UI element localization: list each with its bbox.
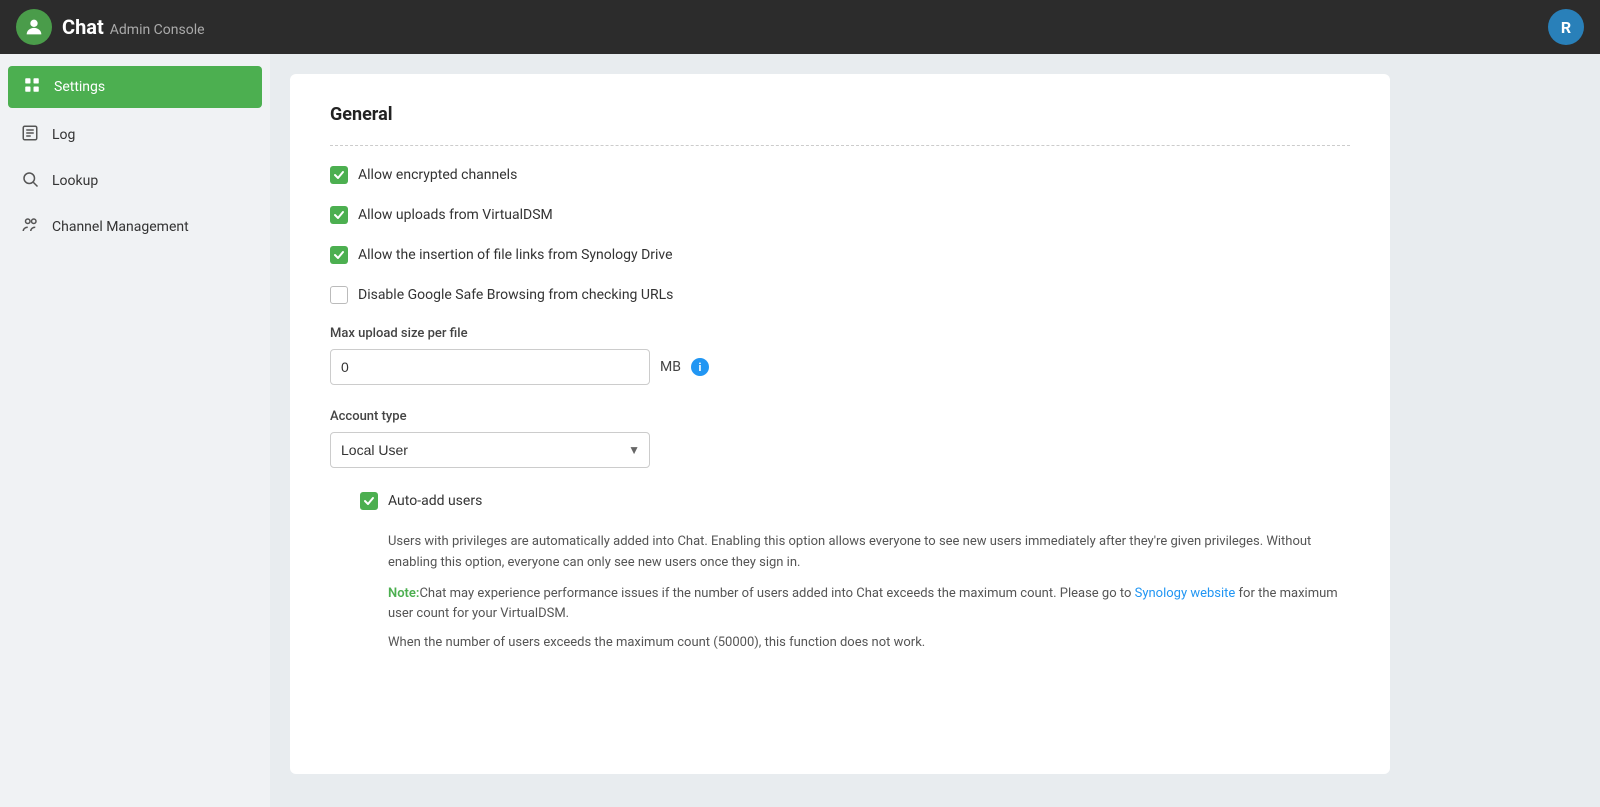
sidebar-item-lookup-label: Lookup (52, 173, 98, 189)
note-text-1: Chat may experience performance issues i… (419, 586, 1134, 601)
sidebar-item-log[interactable]: Log (0, 112, 270, 158)
note-label: Note: (388, 586, 419, 601)
checkbox-disable-google-safe-label: Disable Google Safe Browsing from checki… (358, 287, 673, 303)
auto-add-description-block: Users with privileges are automatically … (388, 532, 1350, 654)
main-layout: Settings Log Lookup (0, 54, 1600, 807)
account-type-group: Account type Local User Domain User LDAP… (330, 409, 1350, 468)
checkbox-disable-google-safe-row: Disable Google Safe Browsing from checki… (330, 286, 1350, 304)
section-title: General (330, 104, 1350, 125)
checkbox-auto-add-row: Auto-add users (360, 492, 1350, 510)
channel-management-icon (20, 216, 40, 238)
auto-add-description: Users with privileges are automatically … (388, 532, 1350, 574)
sidebar-item-channel-management-label: Channel Management (52, 219, 189, 235)
checkbox-disable-google-safe[interactable] (330, 286, 348, 304)
header-left: ChatAdmin Console (16, 9, 205, 45)
checkbox-allow-encrypted[interactable] (330, 166, 348, 184)
max-upload-row: MB i (330, 349, 1350, 385)
sidebar-item-settings-label: Settings (54, 79, 105, 95)
auto-add-section: Auto-add users Users with privileges are… (360, 492, 1350, 654)
section-divider (330, 145, 1350, 146)
sidebar-item-lookup[interactable]: Lookup (0, 158, 270, 204)
log-icon (20, 124, 40, 146)
checkbox-allow-uploads[interactable] (330, 206, 348, 224)
max-upload-info-icon[interactable]: i (691, 358, 709, 376)
user-avatar-button[interactable]: R (1548, 9, 1584, 45)
content-panel: General Allow encrypted channels A (290, 74, 1390, 774)
account-type-select-wrapper: Local User Domain User LDAP User ▼ (330, 432, 650, 468)
sidebar-item-channel-management[interactable]: Channel Management (0, 204, 270, 250)
max-upload-unit: MB (660, 359, 681, 375)
app-title: ChatAdmin Console (62, 15, 205, 39)
checkbox-allow-file-links-label: Allow the insertion of file links from S… (358, 247, 673, 263)
synology-website-link[interactable]: Synology website (1135, 586, 1236, 601)
main-content: General Allow encrypted channels A (270, 54, 1600, 807)
app-header: ChatAdmin Console R (0, 0, 1600, 54)
checkbox-allow-file-links[interactable] (330, 246, 348, 264)
lookup-icon (20, 170, 40, 192)
sidebar-item-settings[interactable]: Settings (8, 66, 262, 108)
note-text-3: When the number of users exceeds the max… (388, 633, 1350, 654)
max-upload-label: Max upload size per file (330, 326, 1350, 341)
checkbox-allow-encrypted-label: Allow encrypted channels (358, 167, 517, 183)
sidebar: Settings Log Lookup (0, 54, 270, 807)
checkbox-allow-encrypted-row: Allow encrypted channels (330, 166, 1350, 184)
max-upload-group: Max upload size per file MB i (330, 326, 1350, 385)
checkbox-allow-uploads-label: Allow uploads from VirtualDSM (358, 207, 553, 223)
checkbox-auto-add-label: Auto-add users (388, 493, 482, 509)
checkbox-allow-file-links-row: Allow the insertion of file links from S… (330, 246, 1350, 264)
app-logo (16, 9, 52, 45)
account-type-label: Account type (330, 409, 1350, 424)
max-upload-input[interactable] (330, 349, 650, 385)
note-text: Note:Chat may experience performance iss… (388, 584, 1350, 626)
checkbox-allow-uploads-row: Allow uploads from VirtualDSM (330, 206, 1350, 224)
checkbox-auto-add[interactable] (360, 492, 378, 510)
sidebar-item-log-label: Log (52, 127, 75, 143)
settings-icon (22, 76, 42, 98)
account-type-select[interactable]: Local User Domain User LDAP User (330, 432, 650, 468)
